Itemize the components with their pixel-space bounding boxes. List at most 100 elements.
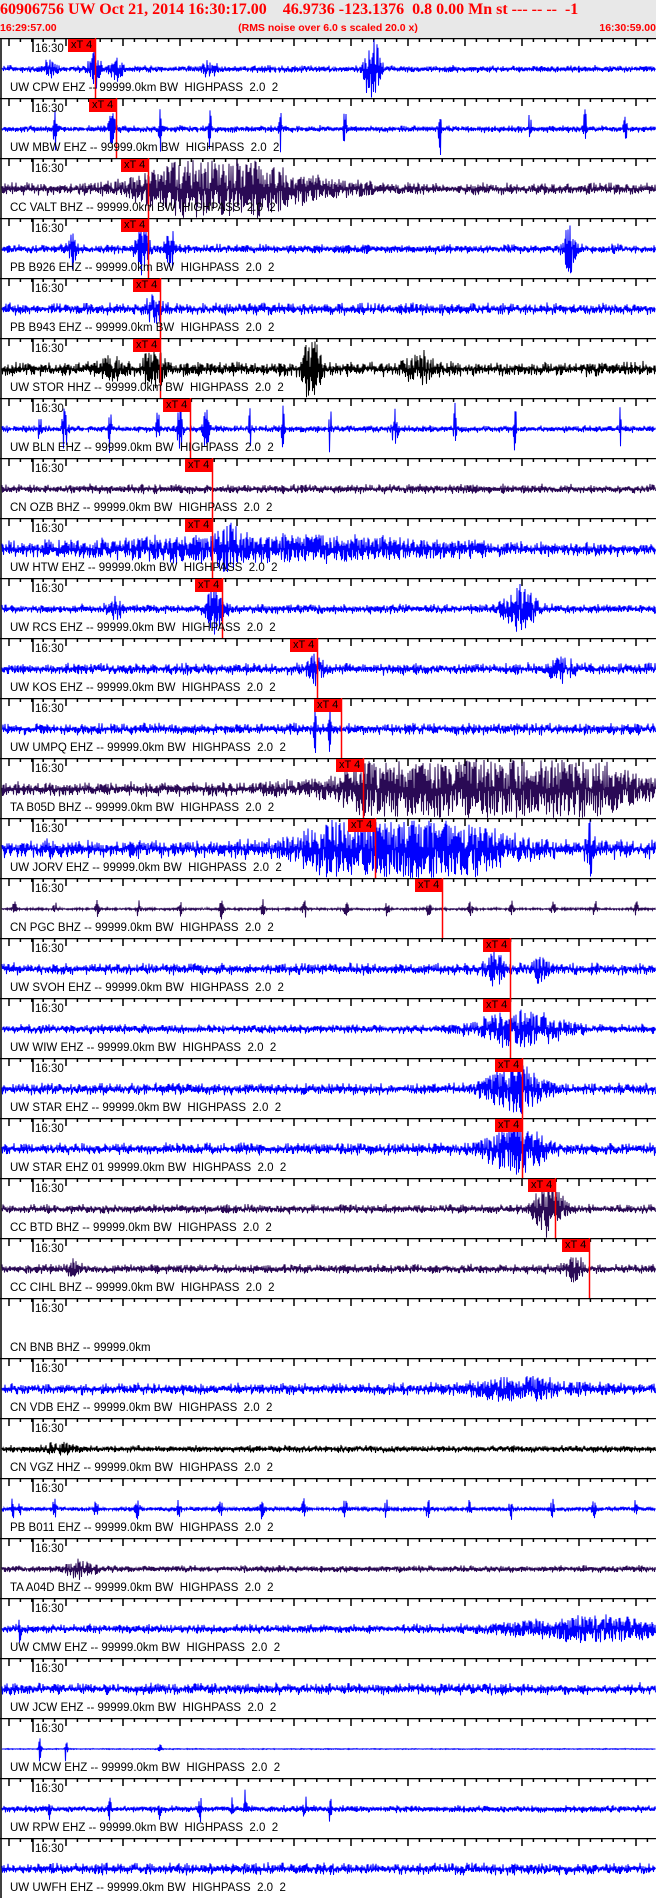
time-tick-label: 16:30 bbox=[35, 703, 64, 715]
station-label: UW CMW EHZ -- 99999.0km BW HIGHPASS 2.0 … bbox=[10, 1642, 281, 1654]
time-tick-label: 16:30 bbox=[35, 763, 64, 775]
waveform bbox=[1, 1498, 656, 1520]
station-label: CN BNB BHZ -- 99999.0km bbox=[10, 1342, 151, 1354]
pick-marker[interactable]: xT 4 bbox=[415, 879, 443, 892]
pick-marker[interactable]: xT 4 bbox=[348, 819, 376, 832]
trace-panel: 16:30 UW RPW EHZ -- 99999.0km BW HIGHPASS… bbox=[0, 1778, 656, 1838]
time-tick-label: 16:30 bbox=[35, 283, 64, 295]
time-tick-label: 16:30 bbox=[35, 1243, 64, 1255]
station-label: UW KOS EHZ -- 99999.0km BW HIGHPASS 2.0 … bbox=[10, 682, 276, 694]
end-time: 16:30:59.00 bbox=[599, 22, 656, 34]
station-label: UW STOR HHZ -- 99999.0km BW HIGHPASS 2.0… bbox=[10, 382, 284, 394]
waveform bbox=[1, 1614, 656, 1644]
station-label: CN PGC BHZ -- 99999.0km BW HIGHPASS 2.0 … bbox=[10, 922, 274, 934]
trace-panel: 16:30 xT 4 CN PGC BHZ -- 99999.0km BW HIGH… bbox=[0, 878, 656, 938]
pick-marker[interactable]: xT 4 bbox=[495, 1119, 523, 1132]
pick-marker[interactable]: xT 4 bbox=[562, 1239, 590, 1252]
station-label: PB B943 EHZ -- 99999.0km BW HIGHPASS 2.0… bbox=[10, 322, 275, 334]
waveform bbox=[1, 1862, 656, 1876]
time-tick-label: 16:30 bbox=[35, 583, 64, 595]
time-tick-label: 16:30 bbox=[35, 523, 64, 535]
trace-panels: 16:30 xT 4 UW CPW EHZ -- 99999.0km BW HIGH… bbox=[0, 38, 656, 1898]
station-label: UW RPW EHZ -- 99999.0km BW HIGHPASS 2.0 … bbox=[10, 1822, 279, 1834]
time-tick-label: 16:30 bbox=[35, 403, 64, 415]
time-tick-label: 16:30 bbox=[35, 1123, 64, 1135]
trace-panel: 16:30 xT 4 UW STOR HHZ -- 99999.0km BW HIG… bbox=[0, 338, 656, 398]
pick-marker[interactable]: xT 4 bbox=[495, 1059, 523, 1072]
waveform bbox=[1, 899, 656, 920]
time-tick-label: 16:30 bbox=[35, 1363, 64, 1375]
event-title: 60906756 UW Oct 21, 2014 16:30:17.00 46.… bbox=[0, 1, 579, 18]
time-tick-label: 16:30 bbox=[35, 343, 64, 355]
pick-marker[interactable]: xT 4 bbox=[68, 39, 96, 52]
trace-panel: 16:30 UW CMW EHZ -- 99999.0km BW HIGHPASS… bbox=[0, 1598, 656, 1658]
trace-panel: 16:30 xT 4 UW MBW EHZ -- 99999.0km BW HIGH… bbox=[0, 98, 656, 158]
trace-panel: 16:30 PB B011 EHZ -- 99999.0km BW HIGHPAS… bbox=[0, 1478, 656, 1538]
station-label: CC BTD BHZ -- 99999.0km BW HIGHPASS 2.0 … bbox=[10, 1222, 272, 1234]
pick-marker[interactable]: xT 4 bbox=[133, 279, 161, 292]
time-tick-label: 16:30 bbox=[35, 1783, 64, 1795]
pick-marker[interactable]: xT 4 bbox=[483, 939, 511, 952]
station-label: UW JORV EHZ -- 99999.0km BW HIGHPASS 2.0… bbox=[10, 862, 282, 874]
trace-panel: 16:30 xT 4 UW STAR EHZ -- 99999.0km BW HIG… bbox=[0, 1058, 656, 1118]
station-label: UW SVOH EHZ -- 99999.0km BW HIGHPASS 2.0… bbox=[10, 982, 284, 994]
station-label: UW JCW EHZ -- 99999.0km BW HIGHPASS 2.0 … bbox=[10, 1702, 277, 1714]
waveform bbox=[1, 949, 656, 987]
time-tick-label: 16:30 bbox=[35, 1663, 64, 1675]
trace-panel: 16:30 xT 4 UW JORV EHZ -- 99999.0km BW HIG… bbox=[0, 818, 656, 878]
trace-panel: 16:30 xT 4 UW BLN EHZ -- 99999.0km BW HIGH… bbox=[0, 398, 656, 458]
trace-panel: 16:30 xT 4 PB B943 EHZ -- 99999.0km BW HIG… bbox=[0, 278, 656, 338]
trace-panel: 16:30 xT 4 UW KOS EHZ -- 99999.0km BW HIGH… bbox=[0, 638, 656, 698]
station-label: TA A04D BHZ -- 99999.0km BW HIGHPASS 2.0… bbox=[10, 1582, 274, 1594]
trace-panel: 16:30 xT 4 CC BTD BHZ -- 99999.0km BW HIGH… bbox=[0, 1178, 656, 1238]
trace-panel: 16:30 xT 4 UW WIW EHZ -- 99999.0km BW HIGH… bbox=[0, 998, 656, 1058]
pick-marker[interactable]: xT 4 bbox=[336, 759, 364, 772]
time-tick-label: 16:30 bbox=[35, 43, 64, 55]
time-tick-label: 16:30 bbox=[35, 1483, 64, 1495]
header: 60906756 UW Oct 21, 2014 16:30:17.00 46.… bbox=[0, 0, 656, 38]
pick-marker[interactable]: xT 4 bbox=[133, 339, 161, 352]
time-tick-label: 16:30 bbox=[35, 103, 64, 115]
waveform bbox=[1, 1738, 656, 1762]
waveform bbox=[1, 1441, 656, 1456]
trace-panel: 16:30 xT 4 UW UMPQ EHZ -- 99999.0km BW HIG… bbox=[0, 698, 656, 758]
trace-panel: 16:30 xT 4 TA B05D BHZ -- 99999.0km BW HIG… bbox=[0, 758, 656, 818]
station-label: CC VALT BHZ -- 99999.0km BW HIGHPASS 2.0… bbox=[10, 202, 276, 214]
waveform bbox=[1, 1375, 656, 1402]
pick-marker[interactable]: xT 4 bbox=[89, 99, 117, 112]
waveform bbox=[1, 294, 656, 324]
time-tick-label: 16:30 bbox=[35, 1303, 64, 1315]
trace-panel: 16:30 xT 4 UW CPW EHZ -- 99999.0km BW HIGH… bbox=[0, 38, 656, 98]
pick-marker[interactable]: xT 4 bbox=[121, 219, 149, 232]
time-tick-label: 16:30 bbox=[35, 643, 64, 655]
pick-marker[interactable]: xT 4 bbox=[290, 639, 318, 652]
trace-panel: 16:30 xT 4 CC CIHL BHZ -- 99999.0km BW HIG… bbox=[0, 1238, 656, 1298]
trace-panel: 16:30 xT 4 PB B926 EHZ -- 99999.0km BW HIG… bbox=[0, 218, 656, 278]
pick-marker[interactable]: xT 4 bbox=[528, 1179, 556, 1192]
trace-panel: 16:30 xT 4 UW RCS EHZ -- 99999.0km BW HIGH… bbox=[0, 578, 656, 638]
waveform bbox=[1, 1558, 656, 1580]
trace-panel: 16:30 xT 4 CC VALT BHZ -- 99999.0km BW HIG… bbox=[0, 158, 656, 218]
pick-marker[interactable]: xT 4 bbox=[185, 459, 213, 472]
pick-marker[interactable]: xT 4 bbox=[195, 579, 223, 592]
pick-marker[interactable]: xT 4 bbox=[185, 519, 213, 532]
time-tick-label: 16:30 bbox=[35, 943, 64, 955]
pick-marker[interactable]: xT 4 bbox=[163, 399, 191, 412]
time-tick-label: 16:30 bbox=[35, 823, 64, 835]
station-label: CN VDB EHZ -- 99999.0km BW HIGHPASS 2.0 … bbox=[10, 1402, 273, 1414]
time-tick-label: 16:30 bbox=[35, 223, 64, 235]
waveform bbox=[1, 483, 656, 495]
station-label: CC CIHL BHZ -- 99999.0km BW HIGHPASS 2.0… bbox=[10, 1282, 275, 1294]
trace-panel: 16:30 UW UWFH EHZ -- 99999.0km BW HIGHPAS… bbox=[0, 1838, 656, 1898]
trace-panel: 16:30 CN BNB BHZ -- 99999.0km bbox=[0, 1298, 656, 1358]
station-label: UW BLN EHZ -- 99999.0km BW HIGHPASS 2.0 … bbox=[10, 442, 274, 454]
trace-panel: 16:30 UW JCW EHZ -- 99999.0km BW HIGHPASS… bbox=[0, 1658, 656, 1718]
trace-panel: 16:30 xT 4 UW STAR EHZ 01 99999.0km BW HIG… bbox=[0, 1118, 656, 1178]
trace-panel: 16:30 UW MCW EHZ -- 99999.0km BW HIGHPASS… bbox=[0, 1718, 656, 1778]
station-label: TA B05D BHZ -- 99999.0km BW HIGHPASS 2.0… bbox=[10, 802, 275, 814]
station-label: UW STAR EHZ -- 99999.0km BW HIGHPASS 2.0… bbox=[10, 1102, 282, 1114]
seismogram-viewer: 60906756 UW Oct 21, 2014 16:30:17.00 46.… bbox=[0, 0, 656, 1898]
pick-marker[interactable]: xT 4 bbox=[121, 159, 149, 172]
pick-marker[interactable]: xT 4 bbox=[483, 999, 511, 1012]
pick-marker[interactable]: xT 4 bbox=[314, 699, 342, 712]
